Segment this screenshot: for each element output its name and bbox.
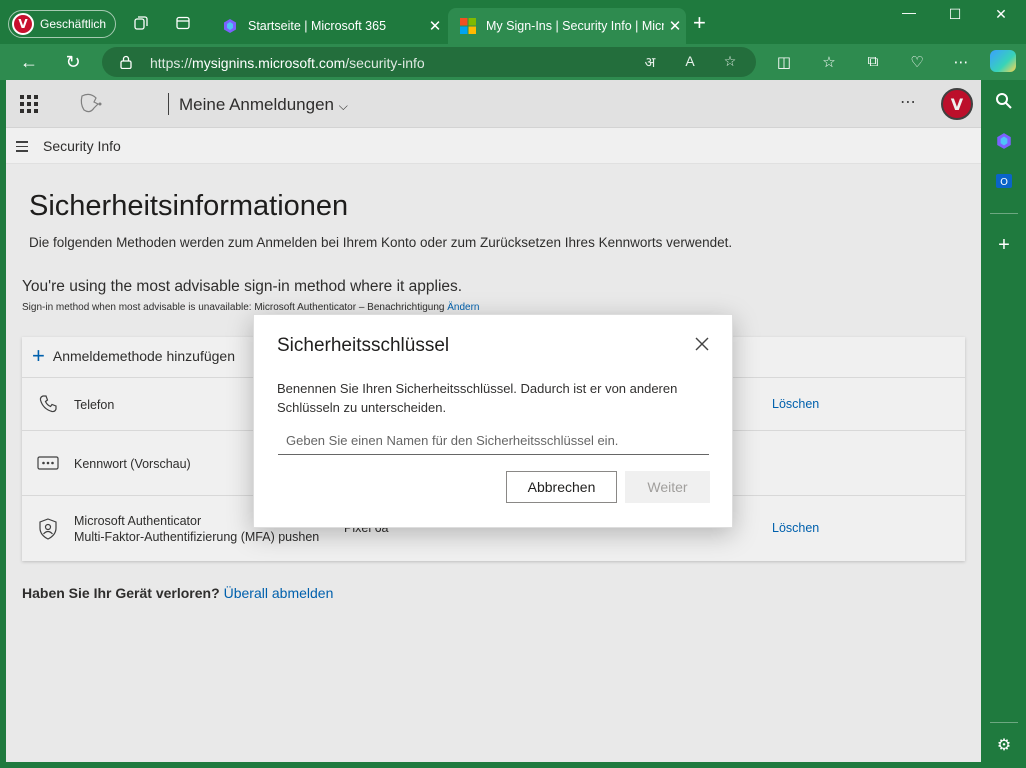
- close-tab-icon[interactable]: ✕: [664, 17, 686, 35]
- tab-security-info[interactable]: My Sign-Ins | Security Info | Microsoft …: [448, 8, 686, 44]
- security-key-name-input[interactable]: [278, 427, 709, 455]
- new-tab-icon[interactable]: +: [693, 12, 706, 34]
- copilot-sidebar-icon[interactable]: [993, 130, 1015, 152]
- back-icon[interactable]: ←: [18, 51, 40, 73]
- collections-icon[interactable]: ⧉: [862, 53, 884, 70]
- sidebar-divider: [990, 722, 1018, 723]
- workspaces-icon[interactable]: [132, 14, 150, 32]
- profile-button[interactable]: V Geschäftlich: [8, 10, 116, 38]
- close-icon[interactable]: [692, 335, 712, 355]
- sidebar-divider: [990, 213, 1018, 214]
- address-bar: ← ↻ https://mysignins.microsoft.com/secu…: [0, 44, 1026, 80]
- tab-bar: V Geschäftlich Startseite | Microsoft 36…: [0, 0, 1026, 44]
- tab-title: Startseite | Microsoft 365: [248, 19, 387, 33]
- close-tab-icon[interactable]: ✕: [424, 17, 446, 35]
- edge-sidebar: O + ⚙: [982, 80, 1026, 768]
- cancel-button[interactable]: Abbrechen: [506, 471, 617, 503]
- svg-text:O: O: [1000, 177, 1008, 188]
- copilot-icon[interactable]: [990, 50, 1016, 72]
- url-field[interactable]: https://mysignins.microsoft.com/security…: [102, 47, 756, 77]
- split-screen-icon[interactable]: ◫: [773, 53, 795, 71]
- lock-icon: [120, 55, 132, 69]
- favorites-icon[interactable]: ☆: [818, 53, 840, 71]
- tab-startseite[interactable]: Startseite | Microsoft 365 ✕: [210, 8, 446, 44]
- outlook-icon[interactable]: O: [993, 170, 1015, 192]
- next-button[interactable]: Weiter: [625, 471, 710, 503]
- translate-icon[interactable]: अ: [640, 53, 660, 72]
- read-aloud-icon[interactable]: A: [680, 53, 700, 69]
- microsoft-logo-icon: [460, 18, 476, 34]
- microsoft365-icon: [224, 19, 236, 33]
- favorite-star-icon[interactable]: ☆: [720, 53, 740, 70]
- tab-actions-icon[interactable]: [174, 14, 192, 32]
- dialog-title: Sicherheitsschlüssel: [277, 335, 450, 356]
- refresh-icon[interactable]: ↻: [62, 51, 84, 73]
- maximize-icon[interactable]: ☐: [944, 6, 966, 23]
- profile-label: Geschäftlich: [40, 17, 107, 31]
- settings-gear-icon[interactable]: ⚙: [993, 734, 1015, 756]
- close-window-icon[interactable]: ✕: [990, 6, 1012, 23]
- dialog-description: Benennen Sie Ihren Sicherheitsschlüssel.…: [277, 381, 678, 415]
- tab-title: My Sign-Ins | Security Info | Microsoft …: [486, 19, 664, 33]
- minimize-icon[interactable]: —: [898, 4, 920, 20]
- browser-essentials-icon[interactable]: ♡: [906, 53, 928, 71]
- add-sidebar-icon[interactable]: +: [993, 234, 1015, 256]
- profile-avatar: V: [12, 13, 34, 35]
- security-key-dialog: Sicherheitsschlüssel Benennen Sie Ihren …: [253, 314, 733, 528]
- url-text: https://mysignins.microsoft.com/security…: [150, 55, 425, 71]
- more-options-icon[interactable]: ⋯: [950, 53, 972, 71]
- search-icon[interactable]: [993, 90, 1015, 112]
